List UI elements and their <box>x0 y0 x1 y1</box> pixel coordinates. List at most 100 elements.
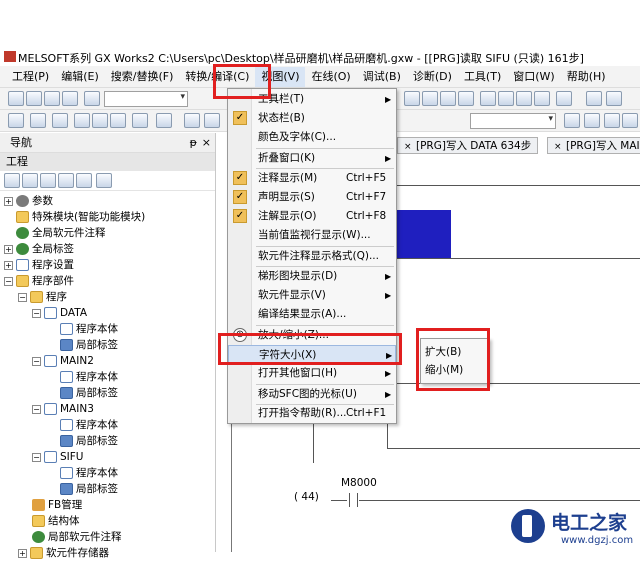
settings-icon[interactable] <box>534 91 550 106</box>
verify-icon[interactable] <box>480 91 496 106</box>
watch-icon[interactable] <box>132 113 148 128</box>
device-list-icon[interactable] <box>92 113 108 128</box>
refresh-icon[interactable] <box>76 173 92 188</box>
menu-tools[interactable]: 工具(T) <box>458 67 507 87</box>
tree-item-data-body[interactable]: 程序本体 <box>60 321 118 337</box>
toolbar-select[interactable] <box>104 91 188 107</box>
menu-project[interactable]: 工程(P) <box>6 67 55 87</box>
zoom-icon[interactable] <box>564 113 580 128</box>
device-batch-icon[interactable] <box>110 113 126 128</box>
tree-item-main2-labels[interactable]: 局部标签 <box>60 385 118 401</box>
collapse-icon[interactable]: − <box>32 452 41 462</box>
menu-item-compile-result[interactable]: 编译结果显示(A)... <box>228 305 396 324</box>
monitor-icon[interactable] <box>404 91 420 106</box>
new-data-icon[interactable] <box>4 173 20 188</box>
menu-search[interactable]: 搜索/替换(F) <box>105 67 180 87</box>
collapse-icon[interactable]: − <box>32 308 41 318</box>
menu-online[interactable]: 在线(O) <box>305 67 356 87</box>
menu-edit[interactable]: 编辑(E) <box>55 67 105 87</box>
window-icon[interactable] <box>556 91 572 106</box>
contact-icon[interactable] <box>357 493 358 507</box>
delete-data-icon[interactable] <box>40 173 56 188</box>
menu-item-statement-display[interactable]: ✓ 声明显示(S) Ctrl+F7 <box>228 188 396 207</box>
tree-item-main2[interactable]: − MAIN2 <box>32 353 94 369</box>
menu-help[interactable]: 帮助(H) <box>561 67 612 87</box>
project-tree-icon[interactable] <box>8 113 24 128</box>
diag-icon[interactable] <box>516 91 532 106</box>
device-icon[interactable] <box>74 113 90 128</box>
expand-icon[interactable]: + <box>18 548 27 558</box>
tab-main2[interactable]: ×[PRG]写入 MAIN2 <box>547 137 640 154</box>
menu-item-monitor-line[interactable]: 当前值监视行显示(W)... <box>228 226 396 245</box>
tree-item-program-setting[interactable]: + 程序设置 <box>4 257 74 273</box>
transfer-icon[interactable] <box>498 91 514 106</box>
menu-item-instruction-help[interactable]: 打开指令帮助(R)... Ctrl+F1 <box>228 404 396 423</box>
open-folder-icon[interactable] <box>26 91 42 106</box>
tree-item-main3-labels[interactable]: 局部标签 <box>60 433 118 449</box>
menu-item-color-font[interactable]: 颜色及字体(C)... <box>228 128 396 147</box>
menu-debug[interactable]: 调试(B) <box>357 67 407 87</box>
copy-data-icon[interactable] <box>22 173 38 188</box>
tree-item-global-label[interactable]: + 全局标签 <box>4 241 74 257</box>
close-icon[interactable]: × <box>202 133 211 153</box>
menu-item-fold-window[interactable]: 折叠窗口(K) ▶ <box>228 149 396 168</box>
menu-item-sfc-cursor[interactable]: 移动SFC图的光标(U) ▶ <box>228 385 396 404</box>
tree-item-main2-body[interactable]: 程序本体 <box>60 369 118 385</box>
expand-icon[interactable]: + <box>4 260 13 270</box>
print-icon[interactable] <box>62 91 78 106</box>
help-search-icon[interactable] <box>184 113 200 128</box>
tree-item-local-comment[interactable]: 局部软元件注释 <box>32 529 122 545</box>
tree-item-struct[interactable]: 结构体 <box>32 513 80 529</box>
f7-coil-icon[interactable] <box>622 113 638 128</box>
menu-item-ladder-block[interactable]: 梯形图块显示(D) ▶ <box>228 267 396 286</box>
tree-item-program-parts[interactable]: − 程序部件 <box>4 273 74 289</box>
program-select[interactable] <box>470 113 556 129</box>
tab-data[interactable]: × [PRG]写入 DATA 634步 <box>397 137 539 154</box>
collapse-icon[interactable]: − <box>32 404 41 414</box>
tree-item-special-module[interactable]: 特殊模块(智能功能模块) <box>16 209 145 225</box>
window-layout-icon[interactable] <box>52 113 68 128</box>
tree-item-program[interactable]: − 程序 <box>18 289 67 305</box>
help-icon[interactable] <box>84 91 100 106</box>
tree-item-main3[interactable]: − MAIN3 <box>32 401 94 417</box>
find-device-icon[interactable] <box>156 113 172 128</box>
menu-item-device-display[interactable]: 软元件显示(V) ▶ <box>228 286 396 305</box>
info-icon[interactable] <box>204 113 220 128</box>
tree-item-data[interactable]: − DATA <box>32 305 87 321</box>
close-icon[interactable]: × <box>404 139 412 152</box>
menu-window[interactable]: 窗口(W) <box>507 67 560 87</box>
contact-icon[interactable] <box>349 493 350 507</box>
read-icon[interactable] <box>440 91 456 106</box>
expand-icon[interactable]: + <box>4 196 13 206</box>
tree-item-sifu-labels[interactable]: 局部标签 <box>60 481 118 497</box>
tree-item-fb[interactable]: FB管理 <box>32 497 82 513</box>
filter-icon[interactable] <box>96 173 112 188</box>
menu-item-comment-format[interactable]: 软元件注释显示格式(Q)... <box>228 247 396 266</box>
new-file-icon[interactable] <box>8 91 24 106</box>
ladder-edit-icon[interactable] <box>606 91 622 106</box>
pin-icon[interactable]: ᵽ <box>190 133 197 153</box>
tree-item-device-memory[interactable]: + 软元件存储器 <box>18 545 109 561</box>
tree-item-sifu[interactable]: − SIFU <box>32 449 84 465</box>
collapse-icon[interactable]: − <box>32 356 41 366</box>
collapse-icon[interactable]: − <box>4 276 13 286</box>
list-icon[interactable] <box>30 113 46 128</box>
menu-diagnostics[interactable]: 诊断(D) <box>407 67 458 87</box>
collapse-icon[interactable]: − <box>18 292 27 302</box>
tree-item-main3-body[interactable]: 程序本体 <box>60 417 118 433</box>
menu-item-statusbar[interactable]: ✓ 状态栏(B) <box>228 109 396 128</box>
menu-item-note-display[interactable]: ✓ 注解显示(O) Ctrl+F8 <box>228 207 396 226</box>
menu-item-comment-display[interactable]: ✓ 注释显示(M) Ctrl+F5 <box>228 169 396 188</box>
property-icon[interactable] <box>58 173 74 188</box>
menu-item-open-window[interactable]: 打开其他窗口(H) ▶ <box>228 364 396 383</box>
f5-contact-icon[interactable] <box>584 113 600 128</box>
tree-item-parameters[interactable]: + 参数 <box>4 193 53 209</box>
monitor-stop-icon[interactable] <box>422 91 438 106</box>
close-icon[interactable]: × <box>554 139 562 152</box>
tree-item-global-comment[interactable]: 全局软元件注释 <box>16 225 106 241</box>
save-icon[interactable] <box>44 91 60 106</box>
tree-item-data-labels[interactable]: 局部标签 <box>60 337 118 353</box>
ladder-icon[interactable] <box>586 91 602 106</box>
expand-icon[interactable]: + <box>4 244 13 254</box>
write-icon[interactable] <box>458 91 474 106</box>
